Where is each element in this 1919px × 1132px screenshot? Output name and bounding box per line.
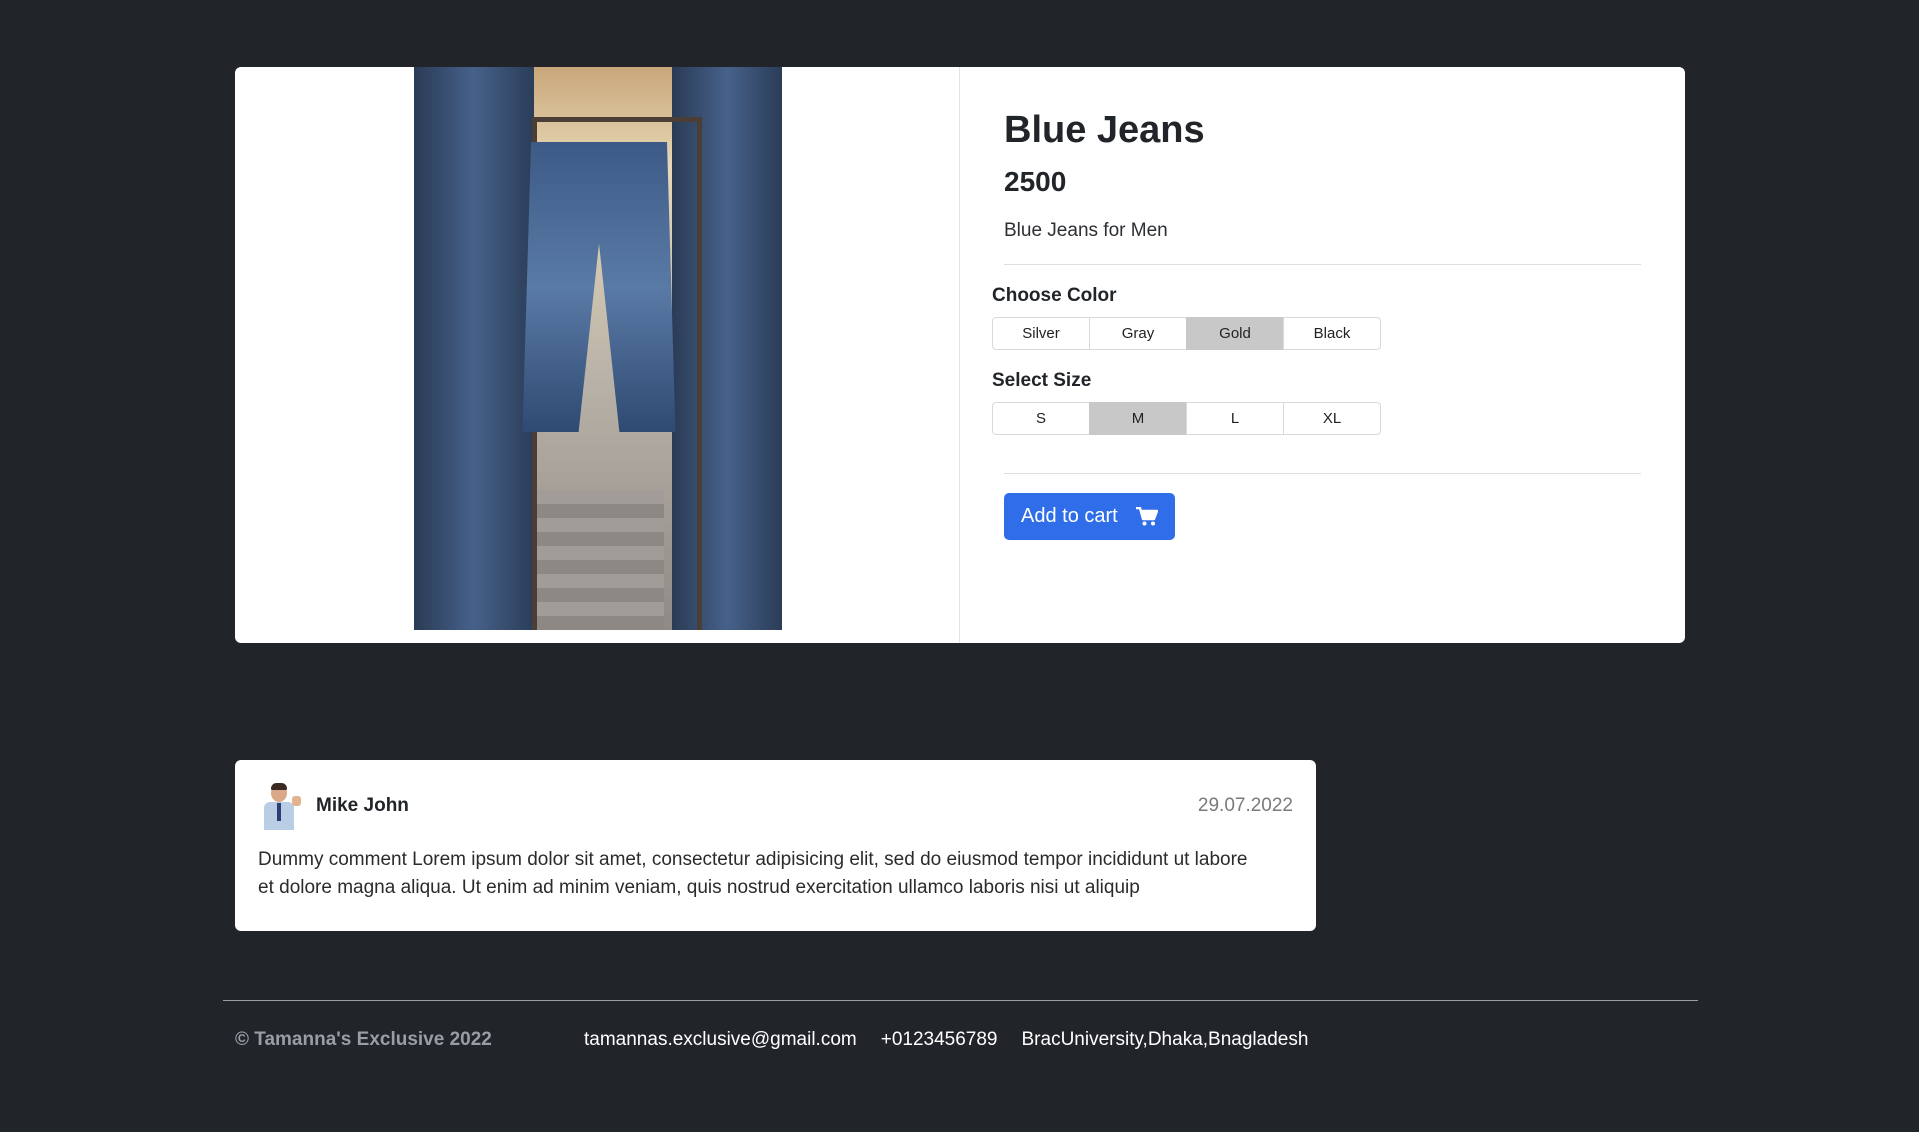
comment-date: 29.07.2022: [1197, 795, 1293, 816]
color-label: Choose Color: [992, 285, 1117, 306]
product-title: Blue Jeans: [1004, 109, 1205, 151]
footer-copyright: © Tamanna's Exclusive 2022: [235, 1029, 492, 1050]
product-info: Blue Jeans 2500 Blue Jeans for Men Choos…: [960, 67, 1685, 643]
product-image: [414, 67, 782, 630]
color-option-gold[interactable]: Gold: [1186, 317, 1284, 350]
color-option-gray[interactable]: Gray: [1089, 317, 1187, 350]
color-option-black[interactable]: Black: [1283, 317, 1381, 350]
cart-icon: [1135, 506, 1158, 527]
footer-phone[interactable]: +0123456789: [881, 1026, 998, 1054]
footer-contacts: tamannas.exclusive@gmail.com +0123456789…: [584, 1026, 1308, 1054]
product-price: 2500: [1004, 166, 1067, 197]
comment-text: Dummy comment Lorem ipsum dolor sit amet…: [258, 849, 1248, 898]
commenter-name: Mike John: [316, 795, 409, 816]
size-option-xl[interactable]: XL: [1283, 402, 1381, 435]
product-description: Blue Jeans for Men: [1004, 220, 1168, 241]
add-to-cart-label: Add to cart: [1021, 505, 1118, 527]
comment-header: Mike John 29.07.2022: [258, 782, 1293, 830]
photo-leg-left: [414, 67, 534, 630]
add-to-cart-button[interactable]: Add to cart: [1004, 493, 1175, 540]
avatar: [258, 782, 301, 830]
size-option-s[interactable]: S: [992, 402, 1090, 435]
comment-card: Mike John 29.07.2022 Dummy comment Lorem…: [235, 760, 1316, 931]
product-image-column: [235, 67, 960, 643]
size-option-l[interactable]: L: [1186, 402, 1284, 435]
size-label: Select Size: [992, 370, 1092, 391]
size-button-group: S M L XL: [992, 402, 1641, 435]
size-option-m[interactable]: M: [1089, 402, 1187, 435]
divider: [1004, 473, 1641, 474]
footer-email[interactable]: tamannas.exclusive@gmail.com: [584, 1026, 857, 1054]
divider: [1004, 264, 1641, 265]
product-card: Blue Jeans 2500 Blue Jeans for Men Choos…: [235, 67, 1685, 643]
footer-address: BracUniversity,Dhaka,Bnagladesh: [1021, 1029, 1309, 1050]
color-button-group: Silver Gray Gold Black: [992, 317, 1641, 350]
color-option-silver[interactable]: Silver: [992, 317, 1090, 350]
footer-divider: [223, 1000, 1698, 1001]
